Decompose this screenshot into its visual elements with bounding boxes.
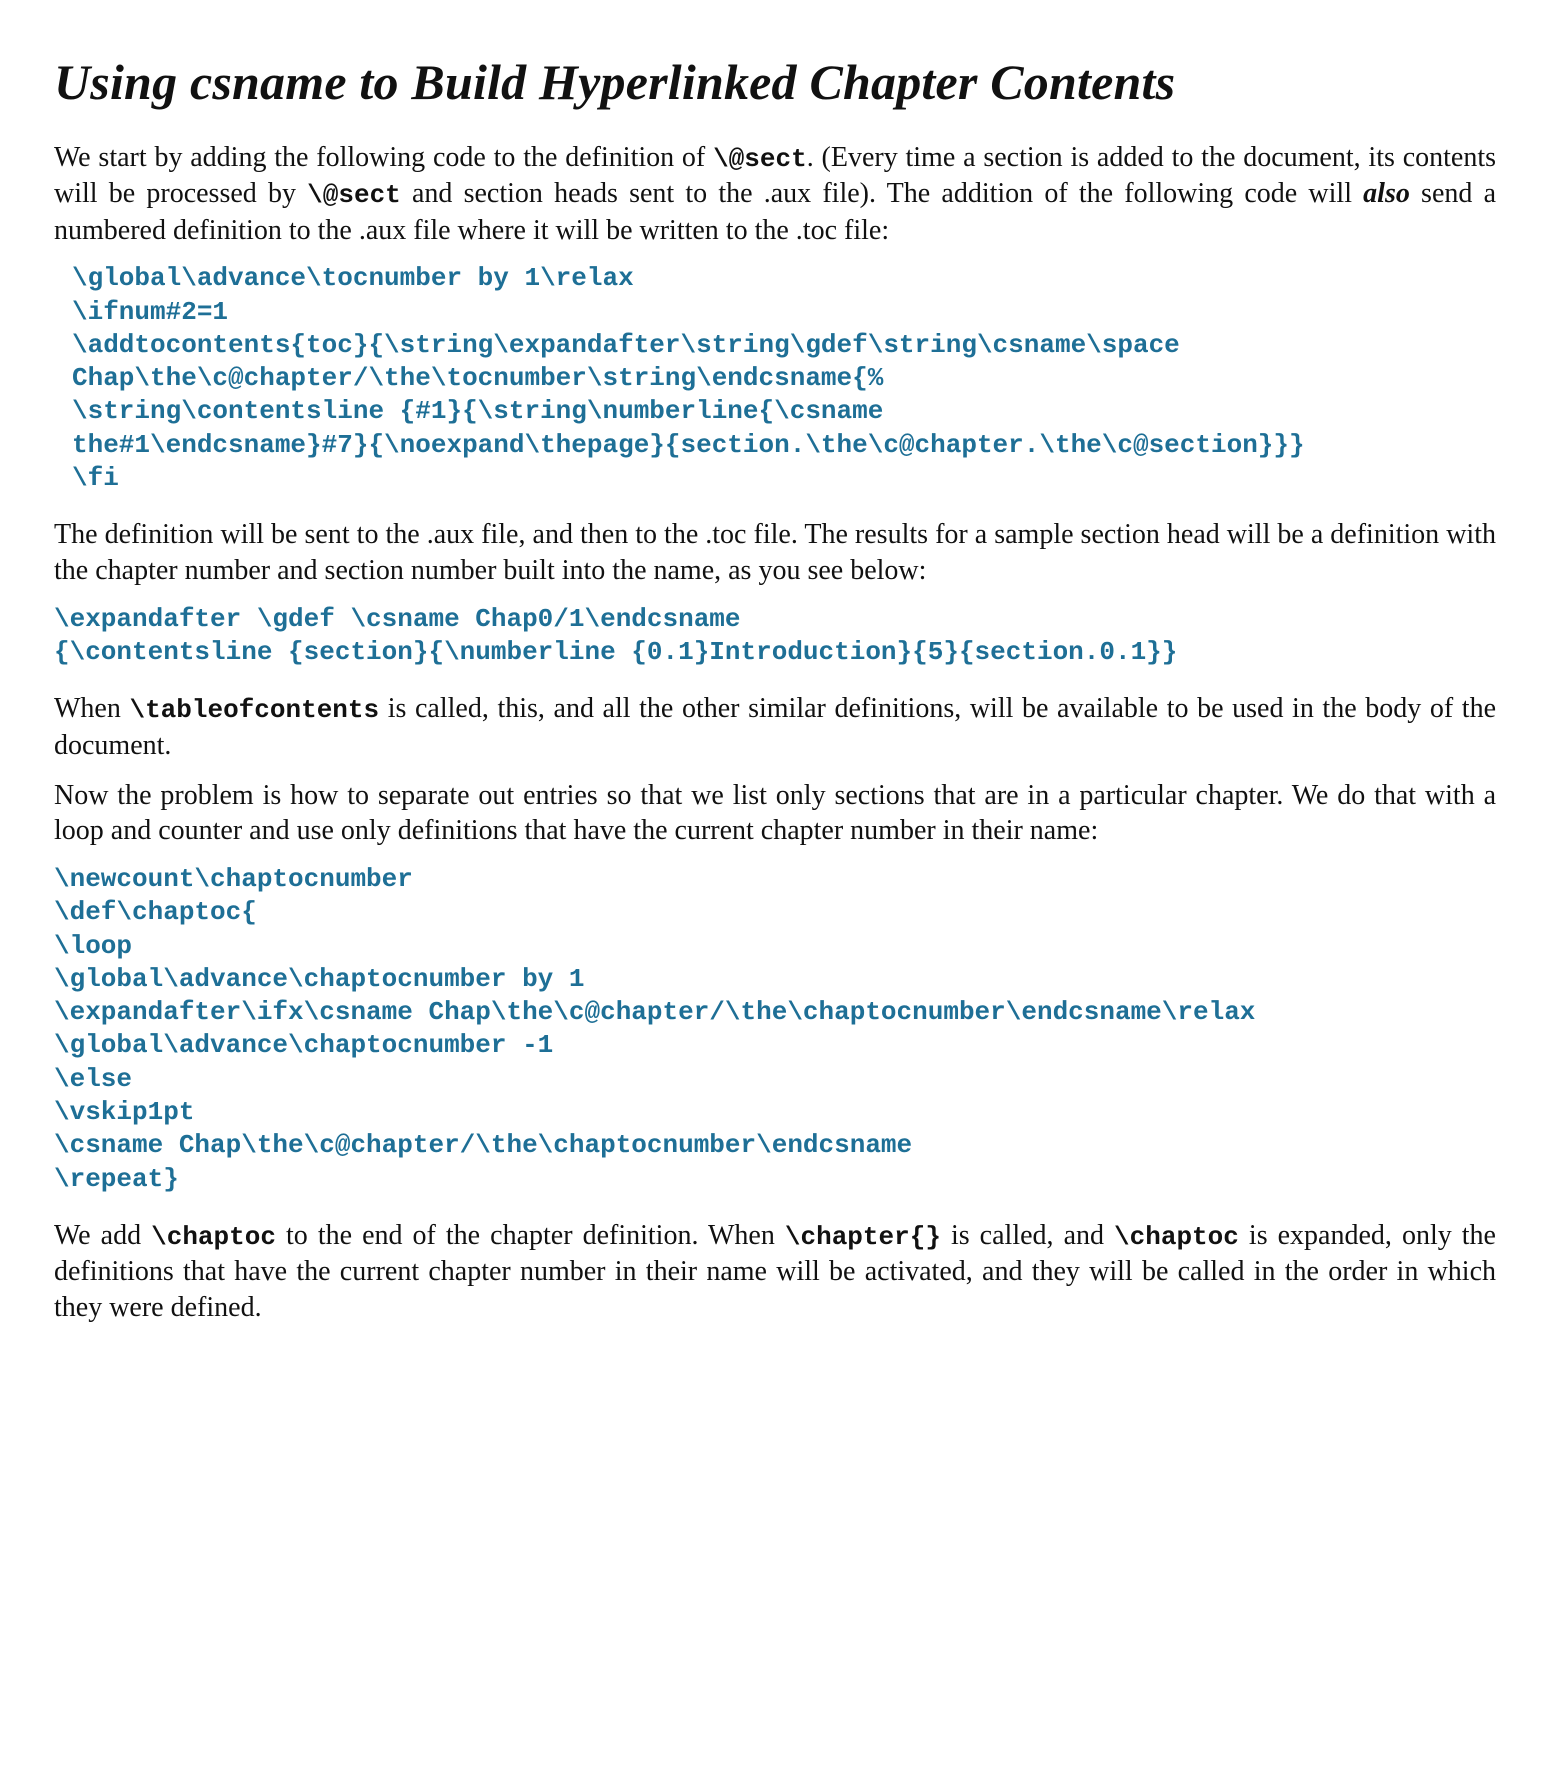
code-block-gdef: \expandafter \gdef \csname Chap0/1\endcs… <box>54 603 1496 670</box>
code-block-sect: \global\advance\tocnumber by 1\relax \if… <box>72 262 1496 495</box>
text-run: We add <box>54 1220 151 1251</box>
inline-code: \@sect <box>713 144 807 174</box>
inline-code: \chapter{} <box>785 1222 941 1252</box>
code-block-chaptoc: \newcount\chaptocnumber \def\chaptoc{ \l… <box>54 863 1496 1196</box>
intro-paragraph: We start by adding the following code to… <box>54 140 1496 248</box>
closing-paragraph: We add \chaptoc to the end of the chapte… <box>54 1218 1496 1326</box>
inline-code: \@sect <box>307 180 401 210</box>
text-run: We start by adding the following code to… <box>54 142 713 173</box>
text-run: When <box>54 693 129 724</box>
loop-intro-paragraph: Now the problem is how to separate out e… <box>54 778 1496 850</box>
text-run: and section heads sent to the .aux file)… <box>401 178 1363 209</box>
text-run: to the end of the chapter definition. Wh… <box>276 1220 785 1251</box>
inline-code: \chaptoc <box>1114 1222 1239 1252</box>
page-title: Using csname to Build Hyperlinked Chapte… <box>54 50 1496 114</box>
emphasis: also <box>1363 178 1410 209</box>
inline-code: \chaptoc <box>151 1222 276 1252</box>
inline-code: \tableofcontents <box>129 695 379 725</box>
text-run: is called, and <box>941 1220 1114 1251</box>
aux-explanation-paragraph: The definition will be sent to the .aux … <box>54 517 1496 589</box>
tableofcontents-paragraph: When \tableofcontents is called, this, a… <box>54 691 1496 763</box>
